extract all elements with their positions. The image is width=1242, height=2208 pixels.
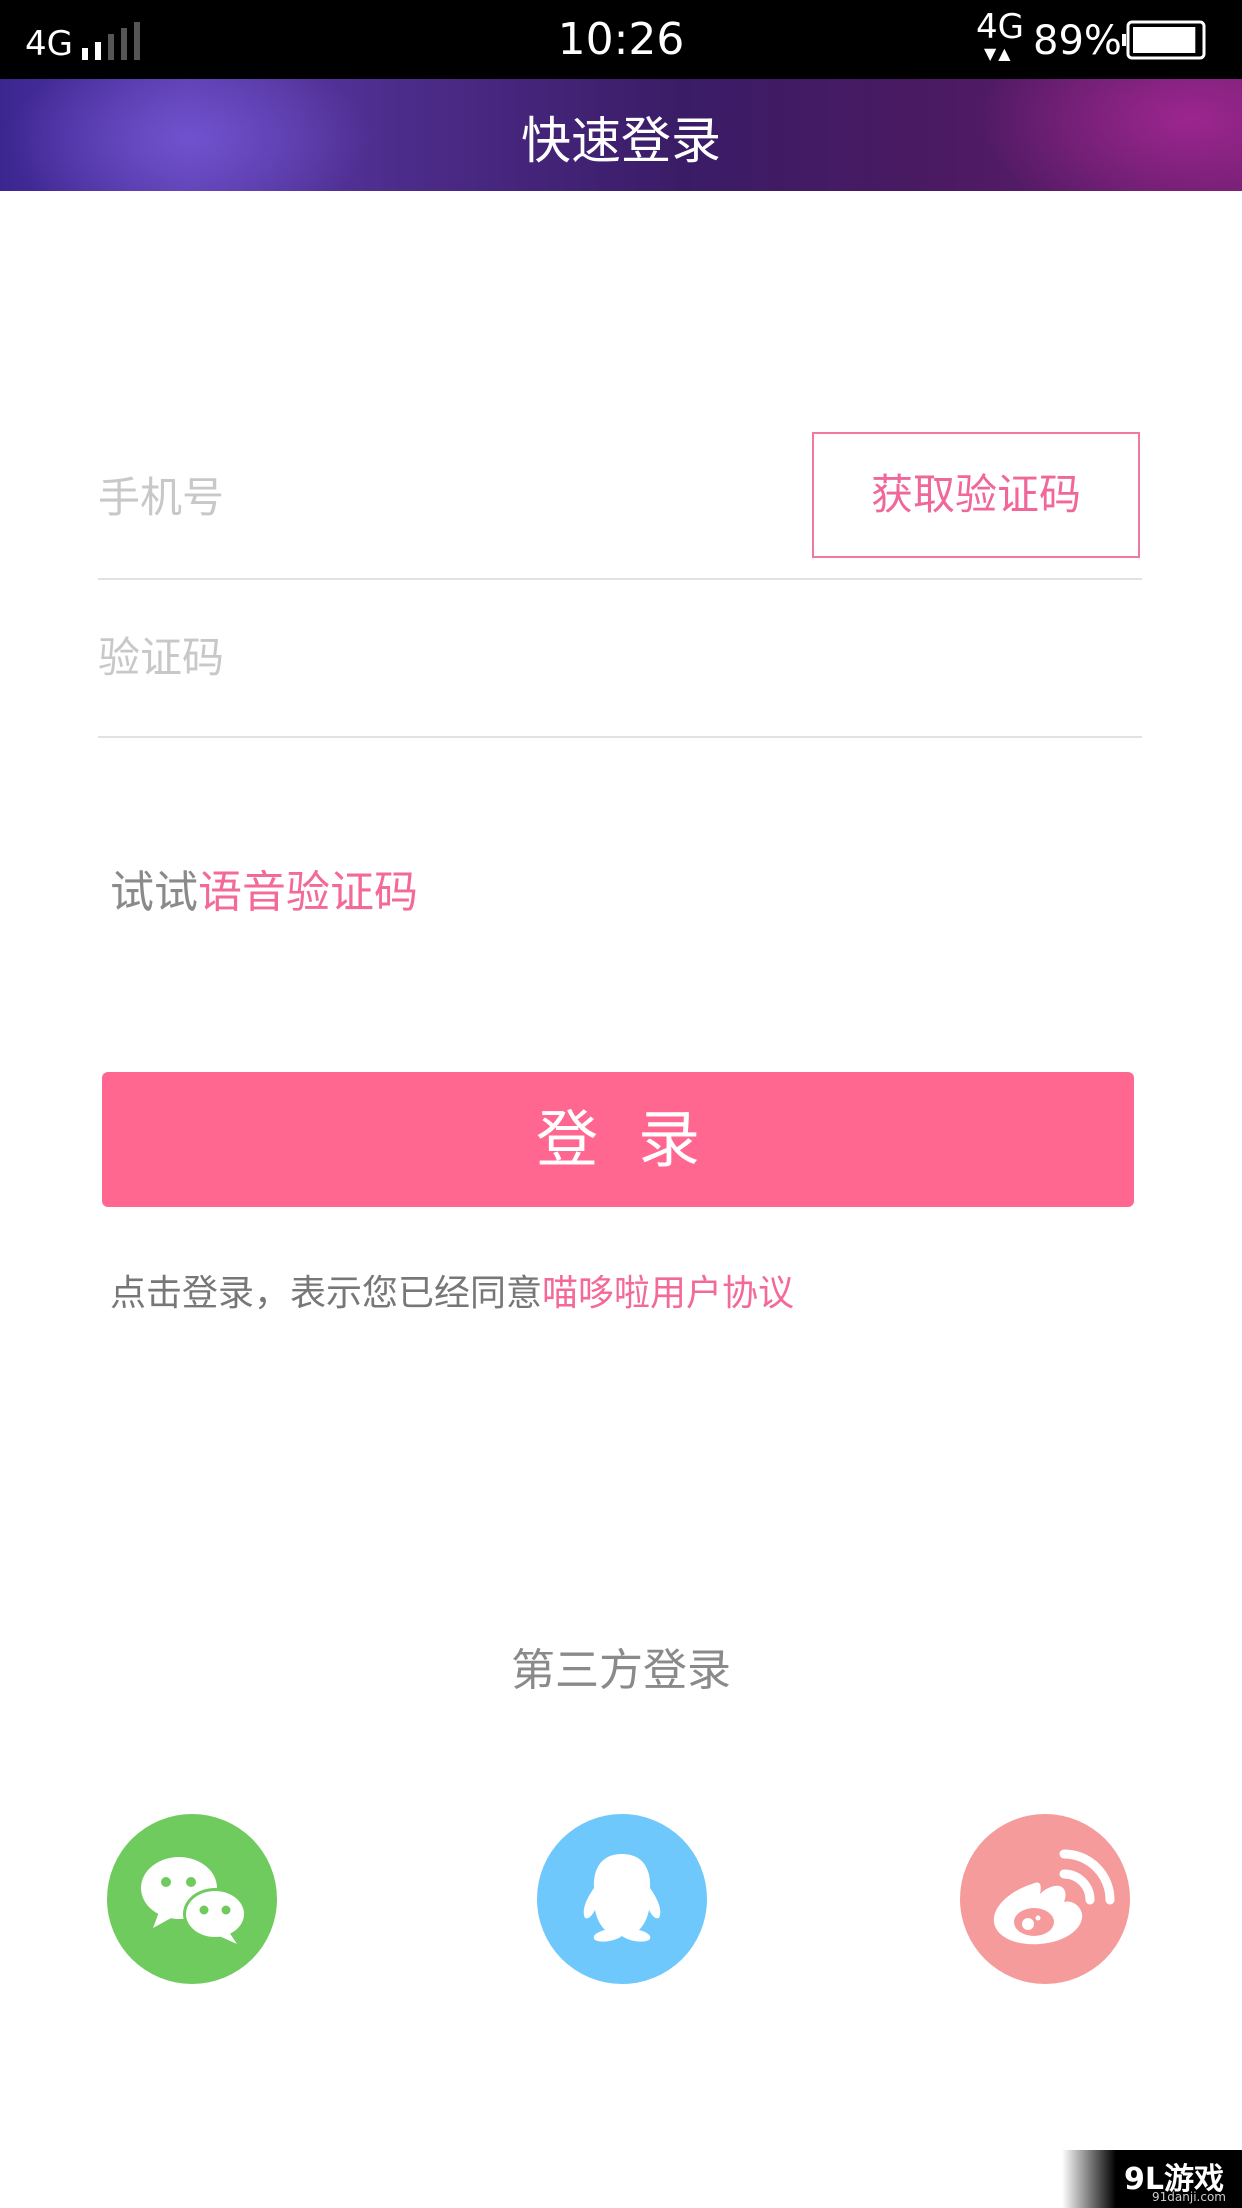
get-code-button[interactable]: 获取验证码 bbox=[812, 432, 1140, 558]
voice-code-hint: 试试语音验证码 bbox=[110, 856, 418, 920]
battery-icon bbox=[1122, 20, 1206, 60]
wechat-icon bbox=[141, 1857, 247, 1944]
voice-code-prefix: 试试 bbox=[110, 867, 198, 918]
voice-code-link[interactable]: 语音验证码 bbox=[198, 867, 418, 918]
weibo-icon bbox=[993, 1849, 1115, 1945]
page-title: 快速登录 bbox=[521, 112, 721, 170]
app-header: 快速登录 bbox=[0, 79, 1242, 191]
user-agreement-link[interactable]: 喵哆啦用户协议 bbox=[542, 1273, 794, 1314]
third-party-title: 第三方登录 bbox=[511, 1645, 731, 1696]
divider bbox=[98, 736, 1142, 738]
login-button[interactable]: 登录 bbox=[102, 1072, 1134, 1207]
qq-login-button[interactable] bbox=[537, 1814, 707, 1984]
wechat-login-button[interactable] bbox=[107, 1814, 277, 1984]
battery-percent: 89% bbox=[1033, 18, 1122, 64]
agreement-text: 点击登录，表示您已经同意喵哆啦用户协议 bbox=[110, 1264, 794, 1316]
weibo-login-button[interactable] bbox=[960, 1814, 1130, 1984]
watermark-url: 91danji.com bbox=[1152, 2190, 1226, 2204]
status-bar: 4G 10:26 4G ▼▲ 89% bbox=[0, 0, 1242, 79]
divider bbox=[98, 578, 1142, 580]
phone-input[interactable] bbox=[98, 462, 778, 532]
qq-icon bbox=[583, 1854, 661, 1942]
data-activity-icon: ▼▲ bbox=[984, 44, 1013, 63]
agreement-prefix: 点击登录，表示您已经同意 bbox=[110, 1273, 543, 1314]
watermark: 9L游戏 91danji.com bbox=[1062, 2150, 1242, 2208]
code-input[interactable] bbox=[98, 622, 998, 692]
network-type-right: 4G bbox=[976, 7, 1024, 47]
